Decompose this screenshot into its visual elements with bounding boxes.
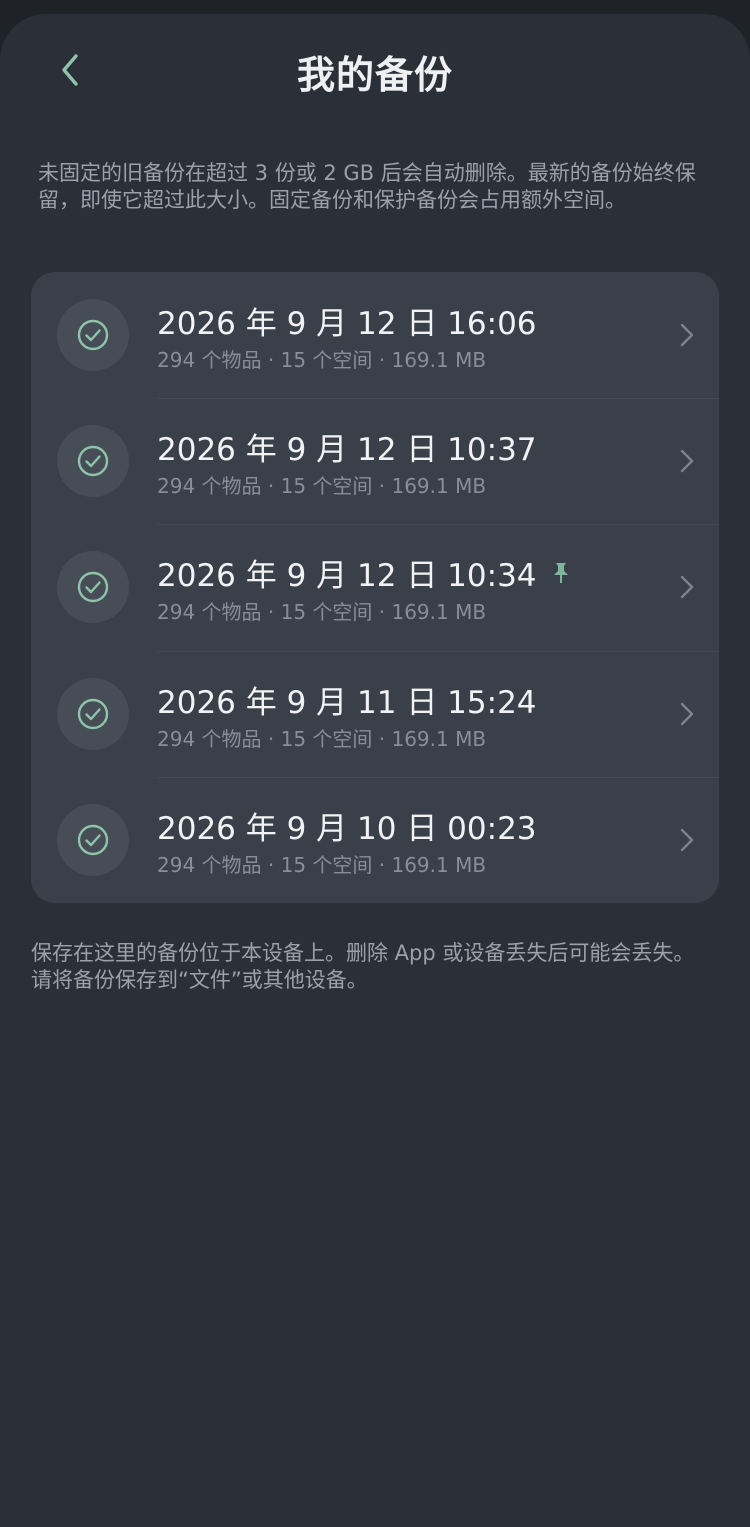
backup-date: 2026 年 9 月 12 日 16:06 — [157, 298, 537, 343]
chevron-right-icon — [680, 323, 694, 347]
backup-date-text: 2026 年 9 月 10 日 00:23 — [157, 810, 537, 847]
backup-meta: 294 个物品 · 15 个空间 · 169.1 MB — [157, 474, 487, 499]
backup-meta: 294 个物品 · 15 个空间 · 169.1 MB — [157, 600, 487, 625]
retention-note: 未固定的旧备份在超过 3 份或 2 GB 后会自动删除。最新的备份始终保留，即使… — [38, 161, 696, 212]
page-title: 我的备份 — [296, 53, 453, 97]
backup-list: 2026 年 9 月 12 日 16:06 294 个物品 · 15 个空间 ·… — [31, 272, 719, 903]
nav-bar: 我的备份 — [0, 14, 750, 126]
backup-row[interactable]: 2026 年 9 月 11 日 15:24 294 个物品 · 15 个空间 ·… — [31, 650, 719, 777]
check-circle-icon — [77, 572, 109, 603]
backup-row[interactable]: 2026 年 9 月 12 日 10:37 294 个物品 · 15 个空间 ·… — [31, 398, 719, 524]
backup-meta: 294 个物品 · 15 个空间 · 169.1 MB — [157, 852, 487, 877]
backup-date: 2026 年 9 月 11 日 15:24 — [157, 677, 537, 722]
backup-date: 2026 年 9 月 12 日 10:34 — [157, 550, 571, 595]
chevron-right-icon — [680, 576, 694, 599]
status-badge — [57, 551, 129, 624]
backup-date-text: 2026 年 9 月 12 日 10:37 — [157, 432, 537, 469]
status-badge — [57, 425, 129, 498]
backup-row[interactable]: 2026 年 9 月 12 日 16:06 294 个物品 · 15 个空间 ·… — [31, 272, 719, 398]
check-circle-icon — [77, 824, 109, 855]
backup-meta: 294 个物品 · 15 个空间 · 169.1 MB — [157, 726, 487, 751]
backup-date: 2026 年 9 月 10 日 00:23 — [157, 803, 537, 848]
backup-row[interactable]: 2026 年 9 月 10 日 00:23 294 个物品 · 15 个空间 ·… — [31, 776, 719, 903]
backup-date-text: 2026 年 9 月 12 日 10:34 — [157, 558, 537, 595]
backups-screen: 我的备份 未固定的旧备份在超过 3 份或 2 GB 后会自动删除。最新的备份始终… — [0, 14, 750, 1527]
status-badge — [57, 299, 129, 371]
chevron-right-icon — [680, 702, 694, 725]
chevron-right-icon — [680, 828, 694, 851]
backup-row[interactable]: 2026 年 9 月 12 日 10:34 294 个物品 · 15 个空间 ·… — [31, 524, 719, 650]
check-circle-icon — [77, 698, 109, 729]
backup-date-text: 2026 年 9 月 12 日 16:06 — [157, 306, 537, 342]
backup-date-text: 2026 年 9 月 11 日 15:24 — [157, 684, 537, 721]
check-circle-icon — [77, 319, 109, 351]
backup-meta: 294 个物品 · 15 个空间 · 169.1 MB — [157, 348, 487, 372]
backup-date: 2026 年 9 月 12 日 10:37 — [157, 424, 537, 469]
status-badge — [57, 803, 129, 876]
pin-icon — [553, 562, 568, 583]
status-badge — [57, 677, 129, 750]
check-circle-icon — [77, 445, 109, 477]
chevron-right-icon — [680, 449, 694, 473]
storage-note: 保存在这里的备份位于本设备上。删除 App 或设备丢失后可能会丢失。请将备份保存… — [31, 941, 695, 992]
